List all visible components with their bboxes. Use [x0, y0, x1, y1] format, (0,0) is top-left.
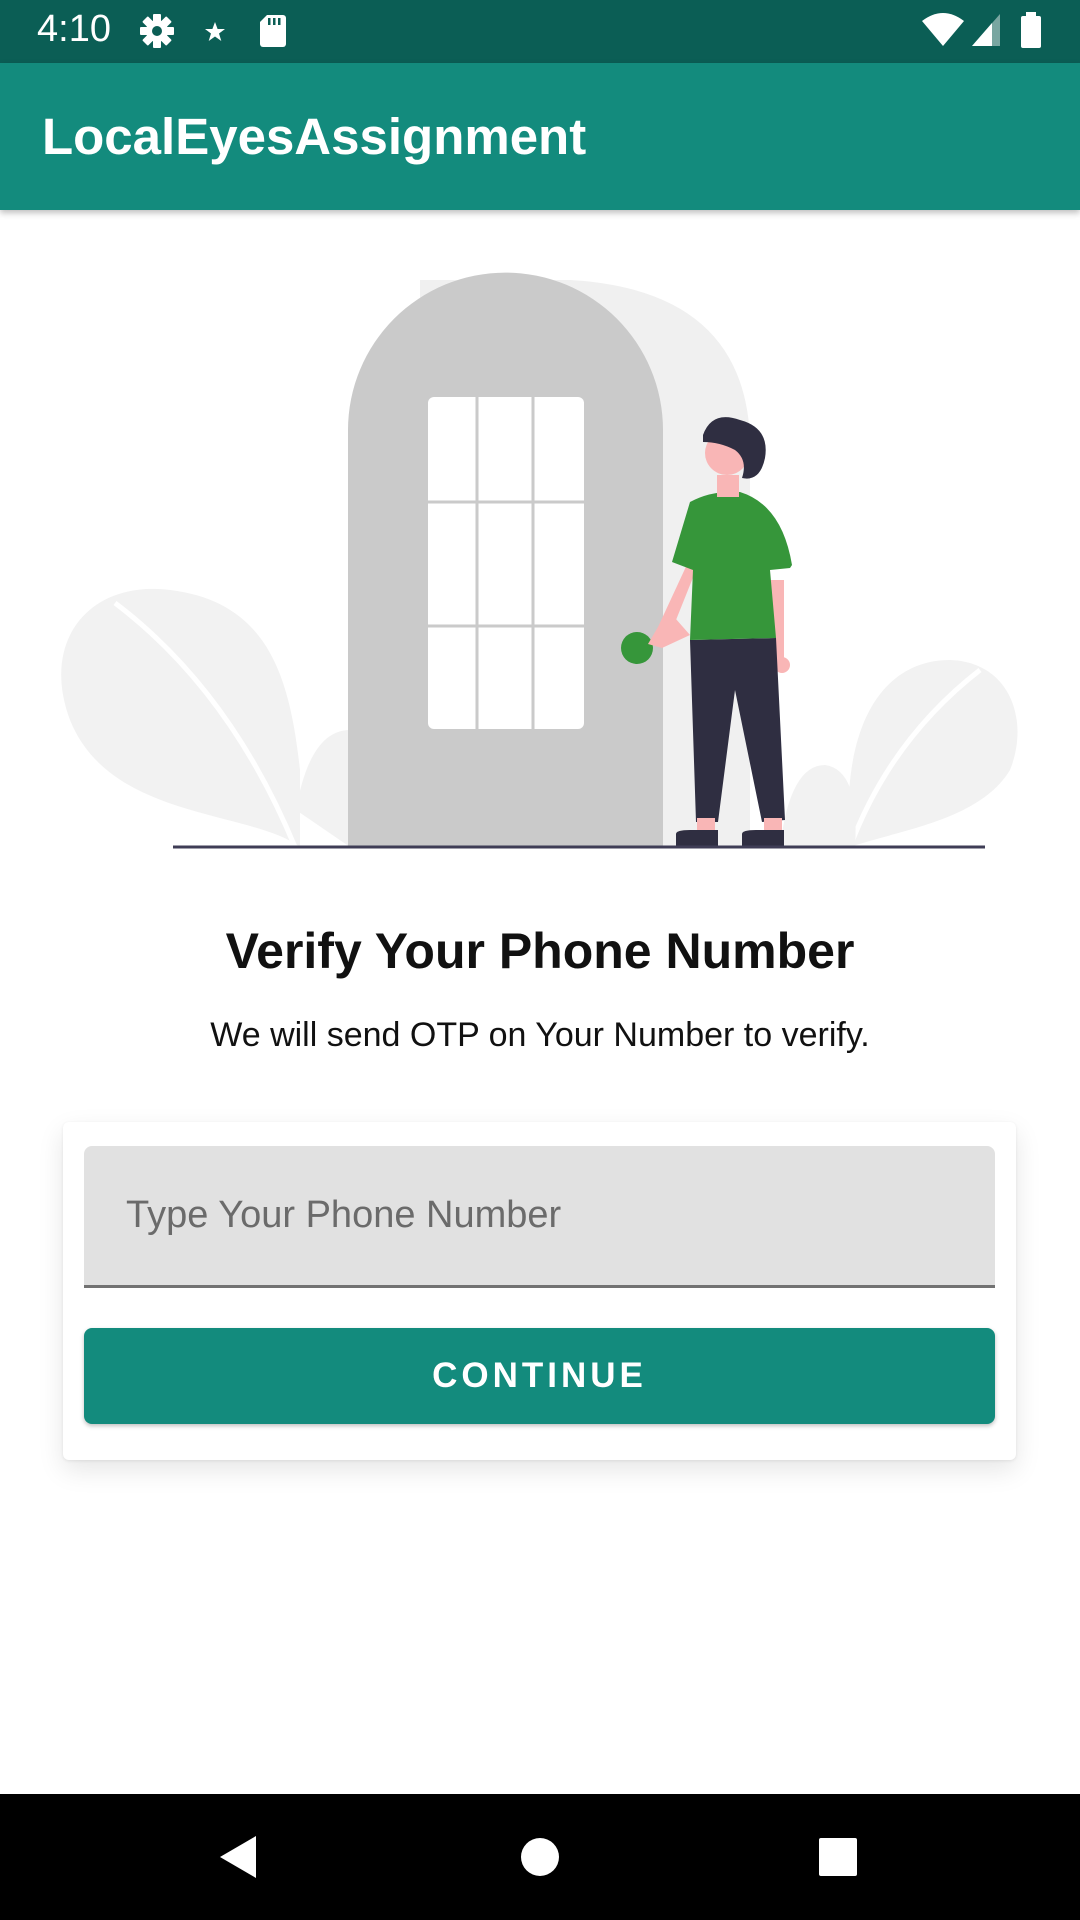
back-icon[interactable] [198, 1794, 278, 1920]
door-illustration [61, 272, 1018, 849]
home-icon[interactable] [500, 1794, 580, 1920]
signal-icon [972, 14, 1000, 46]
left-leaf [61, 588, 301, 847]
door-knob [621, 632, 653, 664]
gear-icon [140, 14, 174, 48]
door-window [428, 397, 584, 729]
status-bar: 4:10 [0, 0, 1080, 63]
phone-number-input[interactable] [84, 1146, 995, 1288]
app-title: LocalEyesAssignment [42, 108, 587, 165]
navigation-bar [0, 1794, 1080, 1920]
phone-form-card: CONTINUE [63, 1122, 1016, 1460]
wifi-icon [922, 13, 964, 46]
continue-button[interactable]: CONTINUE [84, 1328, 995, 1424]
right-leaf [848, 660, 1018, 847]
app-bar: LocalEyesAssignment [0, 63, 1080, 210]
status-time: 4:10 [37, 8, 111, 50]
page-subtitle: We will send OTP on Your Number to verif… [210, 1016, 870, 1054]
page-title: Verify Your Phone Number [225, 923, 855, 979]
battery-icon [1021, 12, 1041, 48]
sd-card-icon [260, 15, 286, 47]
recents-icon[interactable] [798, 1794, 878, 1920]
star-icon [205, 22, 225, 41]
